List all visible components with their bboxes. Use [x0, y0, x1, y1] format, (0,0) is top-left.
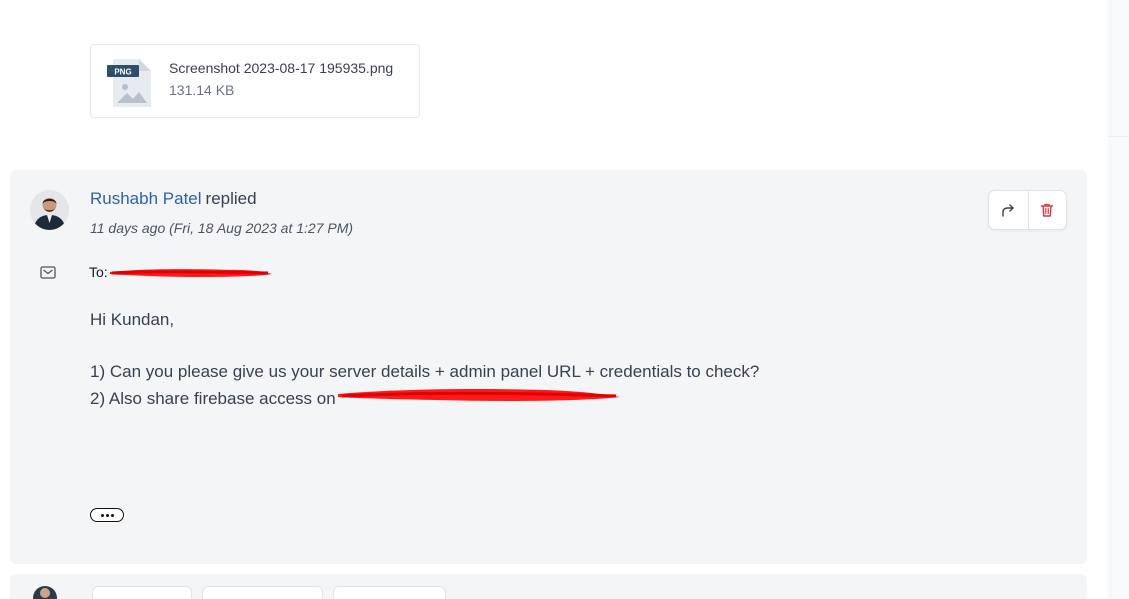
- reply-timestamp: 11 days ago (Fri, 18 Aug 2023 at 1:27 PM…: [90, 220, 354, 236]
- reply-message-card: Rushabh Patel replied 11 days ago (Fri, 1…: [10, 170, 1087, 564]
- redacted-recipient-email: [110, 269, 272, 278]
- avatar: [30, 190, 69, 230]
- attachment-file-name[interactable]: Screenshot 2023-08-17 195935.png: [169, 60, 393, 76]
- mail-icon: [40, 266, 56, 279]
- forward-icon: [1002, 204, 1014, 217]
- message-actions: [988, 190, 1067, 230]
- forward-message-button[interactable]: [333, 586, 446, 599]
- delete-button[interactable]: [1027, 191, 1067, 229]
- show-more-button[interactable]: [90, 508, 124, 522]
- right-sidebar-edge: [1108, 0, 1129, 599]
- author-name[interactable]: Rushabh Patel: [90, 189, 202, 208]
- more-dot: [105, 513, 109, 517]
- body-line-1: 1) Can you please give us your server de…: [90, 362, 760, 381]
- attachment-file-size: 131.14 KB: [169, 82, 235, 98]
- forward-button[interactable]: [989, 191, 1028, 229]
- next-message-card: [10, 574, 1087, 599]
- avatar-photo: [30, 190, 69, 230]
- avatar: [33, 586, 57, 599]
- redacted-firebase-email: [338, 389, 620, 401]
- reply-verb: replied: [205, 189, 257, 208]
- previous-message-tail: [90, 0, 510, 3]
- reply-header: Rushabh Patel replied: [90, 189, 257, 209]
- trash-icon: [1041, 203, 1054, 217]
- png-file-icon: PNG: [107, 59, 151, 107]
- greeting: Hi Kundan,: [90, 310, 175, 329]
- more-dot: [100, 513, 104, 517]
- add-note-button[interactable]: [202, 586, 323, 599]
- reply-button[interactable]: [92, 586, 192, 599]
- more-dot: [110, 513, 114, 517]
- attachment-card[interactable]: PNG Screenshot 2023-08-17 195935.png 131…: [90, 44, 420, 118]
- recipient-line: To:: [89, 264, 108, 280]
- ticket-conversation: PNG Screenshot 2023-08-17 195935.png 131…: [0, 0, 1129, 599]
- to-label: To:: [89, 264, 108, 280]
- svg-text:PNG: PNG: [114, 68, 131, 77]
